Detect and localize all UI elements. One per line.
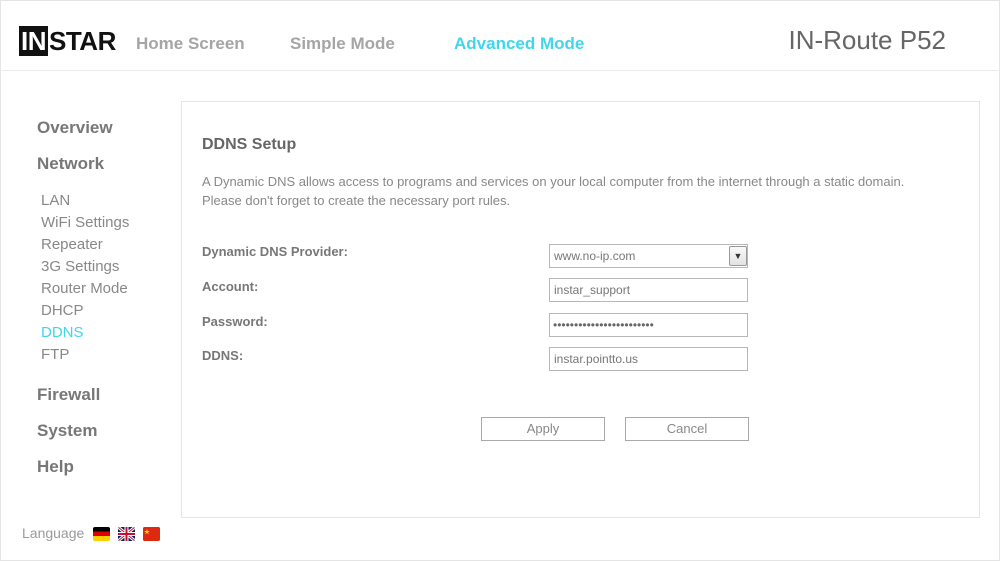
logo-rest-text: STAR [49,26,116,56]
flag-cn-icon[interactable] [143,527,160,541]
ddns-description: A Dynamic DNS allows access to programs … [202,174,905,208]
provider-select[interactable]: www.no-ip.com [549,244,748,268]
sidebar-item-ddns[interactable]: DDNS [41,324,84,341]
top-header: IN STAR Home Screen Simple Mode Advanced … [0,0,1000,71]
apply-button[interactable]: Apply [481,417,605,441]
sidebar-item-3g-settings[interactable]: 3G Settings [41,258,119,275]
chevron-down-icon[interactable]: ▼ [729,246,747,266]
password-mask: •••••••••••••••••••••••• [553,318,654,332]
ddns-panel [181,101,980,518]
sidebar-overview[interactable]: Overview [37,118,113,138]
account-label: Account: [202,279,259,294]
sidebar-item-wifi-settings[interactable]: WiFi Settings [41,214,129,231]
cancel-button[interactable]: Cancel [625,417,749,441]
nav-simple-mode[interactable]: Simple Mode [290,34,395,54]
password-label: Password: [202,314,268,329]
sidebar-item-router-mode[interactable]: Router Mode [41,280,128,297]
sidebar-item-ftp[interactable]: FTP [41,346,69,363]
nav-home-screen[interactable]: Home Screen [136,34,245,54]
instar-logo[interactable]: IN STAR [19,26,116,56]
nav-advanced-mode[interactable]: Advanced Mode [454,34,584,54]
flag-de-icon[interactable] [93,527,110,541]
sidebar-help[interactable]: Help [37,457,74,477]
sidebar-network[interactable]: Network [37,154,104,174]
uk-flag-graphic [118,527,135,541]
ddns-title: DDNS Setup [202,136,297,153]
sidebar-item-dhcp[interactable]: DHCP [41,302,84,319]
ddns-hostname-input[interactable] [549,347,748,371]
router-model-title: IN-Route P52 [788,25,946,55]
cn-flag-graphic [143,527,160,541]
sidebar-item-repeater[interactable]: Repeater [41,236,103,253]
account-input[interactable] [549,278,748,302]
flag-uk-icon[interactable] [118,527,135,541]
sidebar-firewall[interactable]: Firewall [37,385,100,405]
sidebar-item-lan[interactable]: LAN [41,192,70,209]
logo-boxed-text: IN [19,26,48,56]
sidebar-system[interactable]: System [37,421,97,441]
language-label: Language [22,525,85,541]
provider-label: Dynamic DNS Provider: [202,244,348,259]
ddns-label: DDNS: [202,348,244,363]
